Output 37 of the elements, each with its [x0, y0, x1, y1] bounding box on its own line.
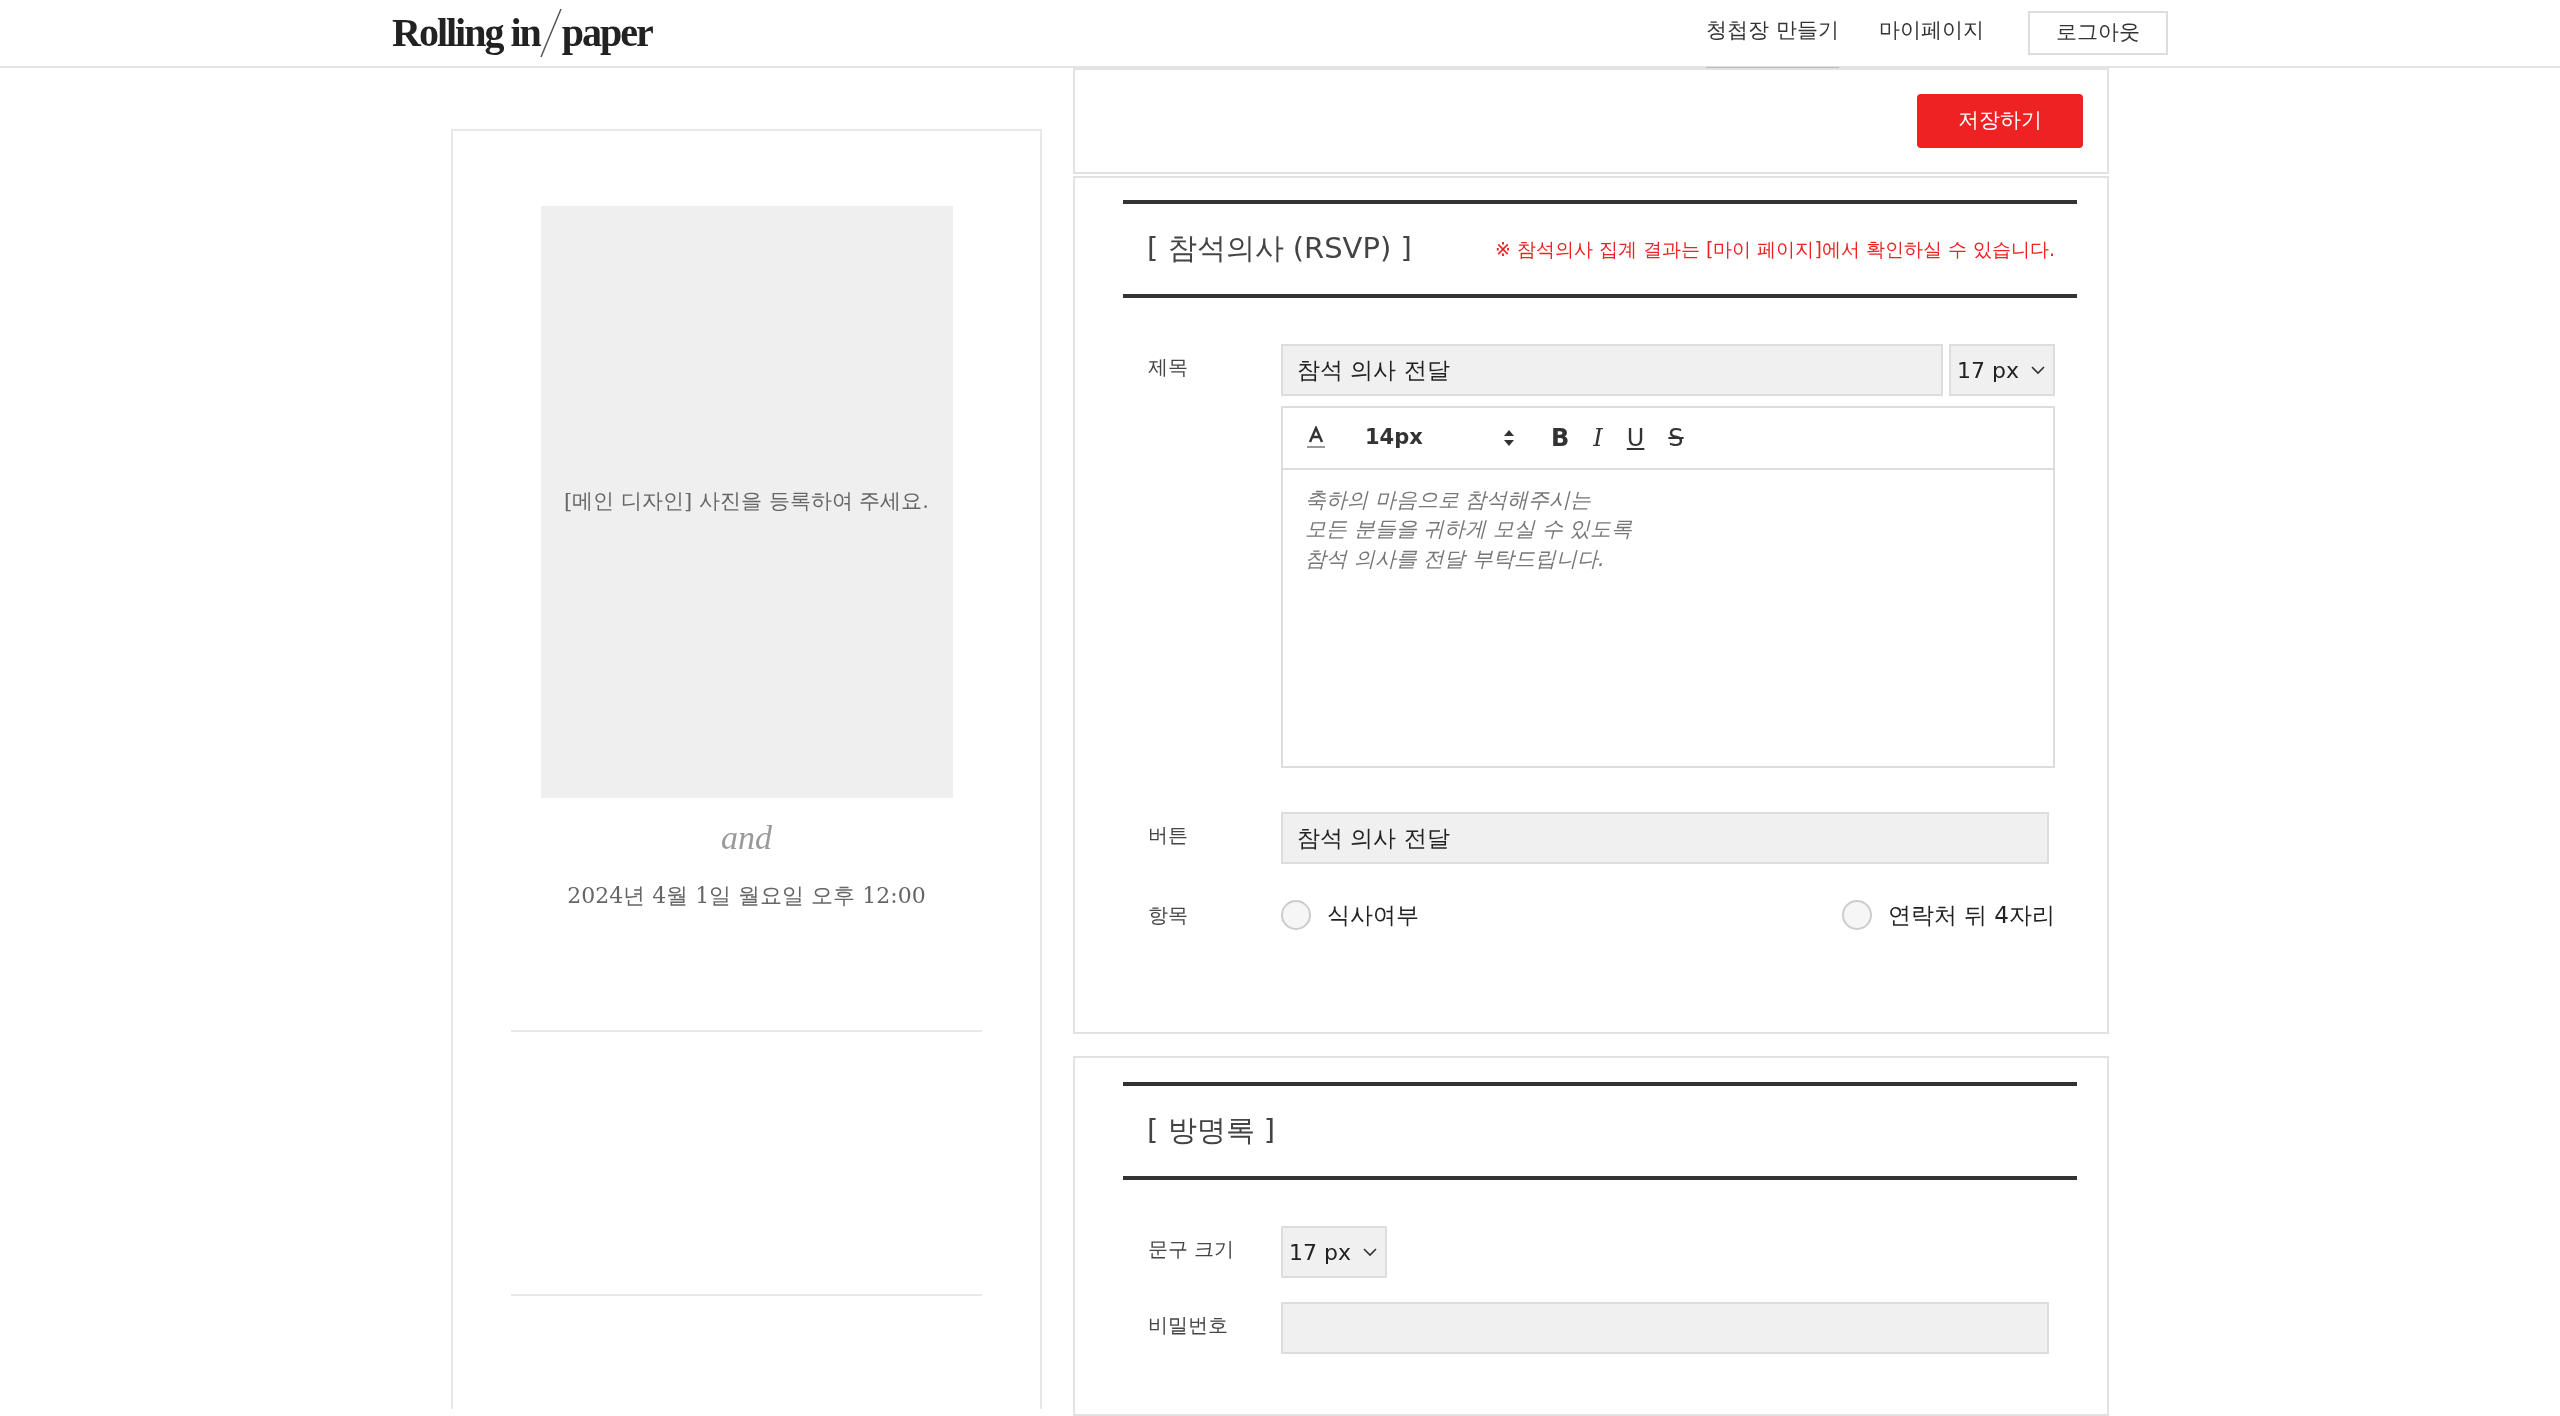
title-field[interactable]: 참석 의사 전달 [1281, 344, 1943, 396]
strikethrough-button[interactable]: S [1660, 420, 1692, 456]
editor-text: 축하의 마음으로 참석해주시는 모든 분들을 귀하게 모실 수 있도록 참석 의사를 전달 부탁드립니다. [1304, 487, 1634, 573]
option-label: 식사여부 [1327, 900, 1419, 930]
date-text: 2024년 4월 1일 월요일 오후 12:00 [566, 882, 927, 910]
radio-button[interactable] [1281, 900, 1311, 930]
option-label: 연락처 뒤 4자리 [1887, 900, 2055, 930]
password-field[interactable] [1281, 1302, 2049, 1354]
font-size-select[interactable]: 14px [1365, 422, 1515, 454]
save-button[interactable]: 저장하기 [1917, 94, 2083, 148]
slash-icon [539, 8, 562, 58]
logo[interactable]: Rolling in [392, 13, 540, 53]
field-label: 버튼 [1147, 822, 1189, 849]
underline-button[interactable]: U [1618, 420, 1653, 456]
button-text-field[interactable]: 참석 의사 전달 [1281, 812, 2049, 864]
connector-text: and [720, 818, 773, 858]
logout-button[interactable]: 로그아웃 [2028, 11, 2168, 55]
font-color-icon[interactable] [1305, 426, 1327, 450]
section-title: [ 방명록 ] [1147, 1112, 1276, 1150]
notice-text: ※ 참석의사 집계 결과는 [마이 페이지]에서 확인하실 수 있습니다. [1494, 236, 2055, 262]
logo[interactable]: paper [561, 13, 652, 53]
size-select[interactable]: 17 px [1949, 344, 2055, 396]
nav-tab[interactable]: 마이페이지 [1879, 0, 1984, 71]
sort-arrows-icon [1503, 429, 1515, 447]
field-label: 문구 크기 [1147, 1236, 1236, 1263]
field-label: 항목 [1147, 902, 1189, 929]
field-label: 제목 [1147, 354, 1189, 381]
bold-button[interactable]: B [1543, 420, 1578, 456]
size-select[interactable]: 17 px [1281, 1226, 1387, 1278]
italic-button[interactable]: I [1585, 420, 1611, 456]
field-label: 비밀번호 [1147, 1312, 1229, 1339]
chevron-icon [1363, 1247, 1377, 1257]
radio-button[interactable] [1841, 900, 1872, 930]
section-title: [ 참석의사 (RSVP) ] [1147, 230, 1412, 268]
photo-placeholder[interactable]: [메인 디자인] 사진을 등록하여 주세요. [540, 206, 953, 798]
text-editor[interactable]: 14px B I U S 축하의 마음으로 참석해주시는 모든 분들을 귀하게 모실 수 있도록 참석 의사를 전달 부탁드립니다. [1281, 406, 2055, 768]
chevron-icon [2031, 365, 2045, 375]
